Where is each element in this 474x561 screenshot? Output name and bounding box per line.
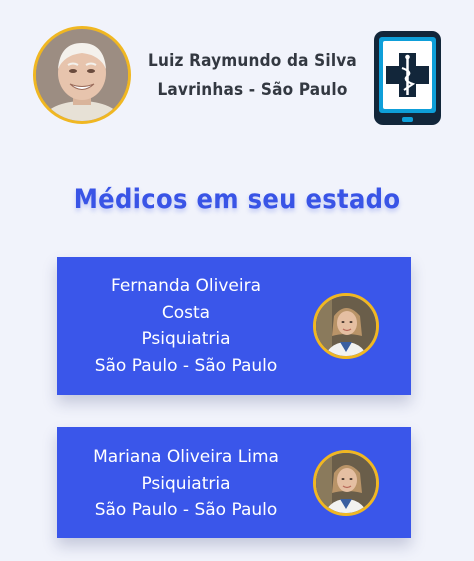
user-avatar-photo (36, 29, 128, 121)
doctor-info: Fernanda Oliveira Costa Psiquiatria São … (71, 273, 301, 379)
doctor-name-continued: Costa (161, 302, 211, 323)
profile-header: Luiz Raymundo da Silva Lavrinhas - São P… (0, 0, 474, 140)
doctor-card[interactable]: Fernanda Oliveira Costa Psiquiatria São … (57, 257, 411, 395)
doctor-info: Mariana Oliveira Lima Psiquiatria São Pa… (71, 444, 301, 524)
user-info: Luiz Raymundo da Silva Lavrinhas - São P… (140, 47, 365, 105)
doctor-card[interactable]: Mariana Oliveira Lima Psiquiatria São Pa… (57, 427, 411, 538)
section-title: Médicos em seu estado (73, 184, 401, 215)
user-name: Luiz Raymundo da Silva (148, 51, 357, 71)
doctor-location: São Paulo - São Paulo (94, 500, 278, 520)
medical-tablet-icon[interactable] (371, 28, 444, 128)
user-location: Lavrinhas - São Paulo (157, 80, 348, 100)
doctor-name: Mariana Oliveira Lima (93, 447, 279, 467)
doctor-avatar (313, 293, 379, 359)
doctor-avatar (313, 450, 379, 516)
doctor-avatar-photo (316, 453, 376, 513)
doctor-specialty: Psiquiatria (141, 329, 231, 349)
doctor-avatar-photo (316, 296, 376, 356)
doctor-specialty: Psiquiatria (141, 473, 231, 494)
doctor-location: São Paulo - São Paulo (94, 355, 278, 376)
user-avatar[interactable] (33, 26, 131, 124)
doctor-name: Fernanda Oliveira (110, 276, 262, 296)
